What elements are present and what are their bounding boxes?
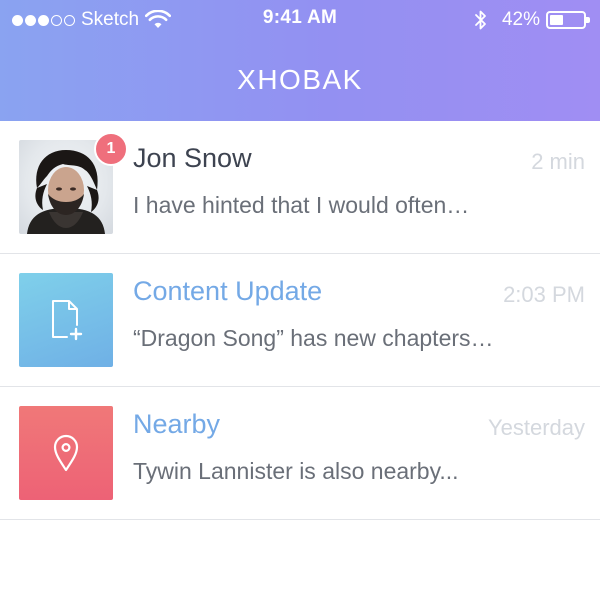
status-right: 42% — [474, 7, 590, 33]
notification-title: Jon Snow — [133, 143, 252, 173]
nearby-tile — [19, 406, 113, 500]
app-header: Sketch 9:41 AM 42% XHOBAK — [0, 0, 600, 121]
location-pin-icon — [53, 434, 79, 472]
bluetooth-icon — [475, 10, 486, 30]
page-title: XHOBAK — [237, 64, 363, 95]
document-add-icon — [52, 300, 83, 341]
content-update-tile — [19, 273, 113, 367]
notification-message: I have hinted that I would often… — [133, 192, 470, 218]
notification-title: Nearby — [133, 409, 221, 439]
battery-fill — [550, 15, 563, 25]
notification-item-jon-snow[interactable]: Jon Snow I have hinted that I would ofte… — [0, 121, 600, 254]
status-bar: Sketch 9:41 AM 42% — [0, 0, 600, 40]
battery-icon — [546, 11, 590, 29]
unread-count-badge: 1 — [94, 132, 128, 166]
notification-message: “Dragon Song” has new chapters… — [133, 325, 494, 351]
notification-time: 2:03 PM — [503, 282, 585, 307]
notification-time: 2 min — [531, 149, 585, 174]
battery-percent: 42% — [501, 9, 540, 30]
notification-time: Yesterday — [487, 415, 585, 440]
notification-message: Tywin Lannister is also nearby... — [133, 458, 459, 484]
notification-item-content-update[interactable]: Content Update “Dragon Song” has new cha… — [0, 254, 600, 387]
notification-item-nearby[interactable]: Nearby Tywin Lannister is also nearby...… — [0, 387, 600, 520]
notification-title: Content Update — [133, 276, 323, 306]
notification-list: Jon Snow I have hinted that I would ofte… — [0, 121, 600, 520]
battery-tip — [586, 17, 590, 23]
